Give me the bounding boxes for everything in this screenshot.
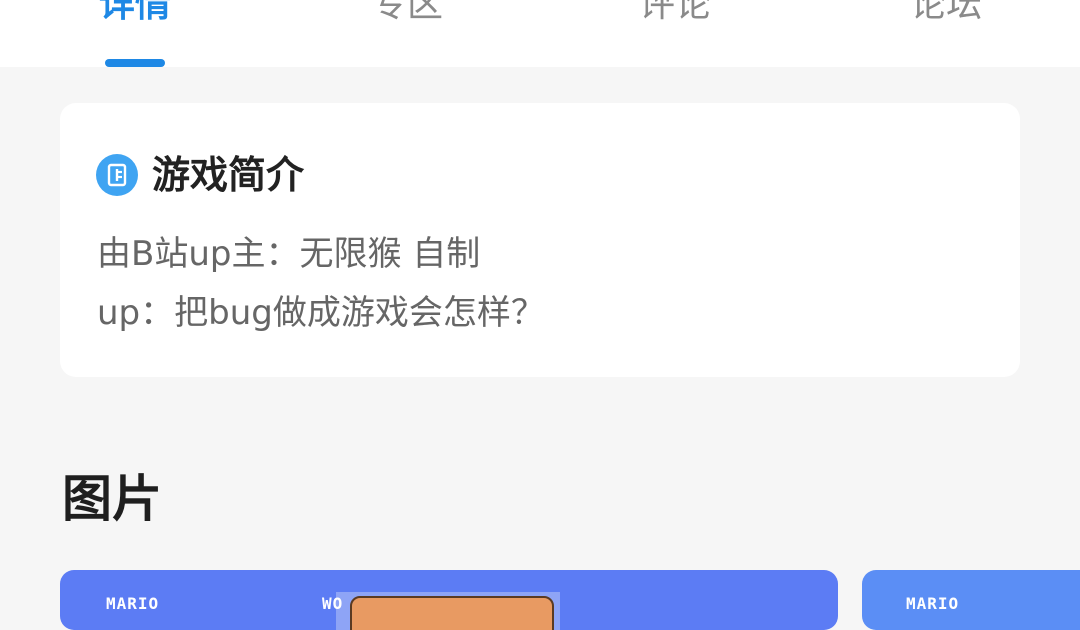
game-intro-header: 游戏简介 [96,150,304,200]
screenshot-hud-text: WO [322,594,344,613]
screenshot-hud-text: MARIO [906,594,960,613]
tab-details[interactable]: 详情 [35,0,235,28]
tab-bar: 详情 专区 评论 论坛 [0,0,1080,67]
tab-zone[interactable]: 专区 [307,0,507,28]
screenshot-pill-graphic [350,596,554,630]
screenshot-hud-text: MARIO [106,594,160,613]
active-tab-indicator [105,59,165,67]
game-intro-line-1: 由B站up主：无限猴 自制 [97,234,481,274]
gallery-screenshot[interactable]: MARIO [862,570,1080,630]
game-intro-title: 游戏简介 [152,153,305,197]
document-list-icon [96,154,138,196]
tab-comments[interactable]: 评论 [575,0,775,28]
gallery-screenshot[interactable]: MARIO WO [60,570,838,630]
game-intro-line-2: up：把bug做成游戏会怎样？ [97,293,545,333]
game-intro-card: 游戏简介 由B站up主：无限猴 自制 up：把bug做成游戏会怎样？ [60,103,1020,377]
tab-forum[interactable]: 论坛 [846,0,1046,28]
gallery-title: 图片 [62,470,162,528]
